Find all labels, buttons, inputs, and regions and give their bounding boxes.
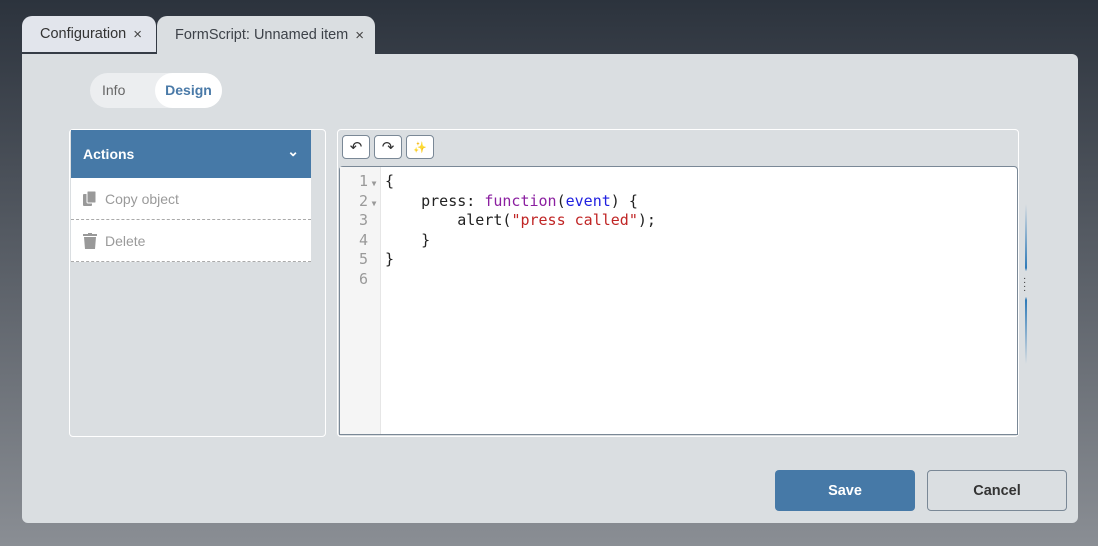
main-panel: Info Design Actions ⌄ Copy object Delete … <box>22 54 1078 523</box>
editor-toolbar: ↶ ↷ ✨ <box>338 130 1018 164</box>
code-token: event <box>565 191 611 210</box>
copy-object-item[interactable]: Copy object <box>71 178 311 220</box>
code-panel: ↶ ↷ ✨ 1 ▼ 2 ▼ 3 4 5 6 { press: function(event) … <box>337 129 1019 437</box>
cancel-button[interactable]: Cancel <box>927 470 1067 511</box>
line-number-text: 1 <box>358 172 368 190</box>
line-number-text: 3 <box>358 211 368 229</box>
code-token: ); <box>637 211 656 229</box>
tab-configuration[interactable]: Configuration × <box>22 16 156 52</box>
code-token: "press called" <box>511 211 638 229</box>
actions-header[interactable]: Actions ⌄ <box>71 130 311 178</box>
line-number-text: 4 <box>358 230 368 249</box>
code-token: function <box>484 191 557 210</box>
drag-handle-icon[interactable]: · · · · <box>1023 274 1026 296</box>
code-token: } <box>385 250 395 268</box>
code-token: press: <box>385 191 485 210</box>
code-token: } <box>385 230 431 249</box>
code-token: { <box>385 172 395 190</box>
item-label: Delete <box>105 232 146 249</box>
redo-button[interactable]: ↷ <box>374 135 402 159</box>
line-number: 2 ▼ <box>340 192 380 212</box>
line-number: 5 <box>340 250 380 270</box>
trash-icon <box>83 232 97 249</box>
line-number: 4 <box>340 231 380 251</box>
line-number: 6 <box>340 270 380 290</box>
code-token: ) { <box>610 191 638 210</box>
code-line: } <box>385 250 656 270</box>
code-token: alert( <box>385 211 512 229</box>
line-number-text: 2 <box>358 191 368 210</box>
fold-icon[interactable]: ▼ <box>368 174 380 194</box>
line-gutter: 1 ▼ 2 ▼ 3 4 5 6 <box>340 167 381 434</box>
close-icon[interactable]: × <box>133 26 142 43</box>
save-button[interactable]: Save <box>775 470 915 511</box>
delete-item[interactable]: Delete <box>71 220 311 262</box>
actions-panel: Actions ⌄ Copy object Delete <box>69 129 326 437</box>
line-number-text: 6 <box>358 269 368 288</box>
code-line: { <box>385 172 656 192</box>
segment-design[interactable]: Design <box>155 73 222 108</box>
code-line: press: function(event) { <box>385 192 656 212</box>
line-number-text: 5 <box>358 250 368 268</box>
actions-title: Actions <box>83 146 135 162</box>
tab-formscript[interactable]: FormScript: Unnamed item × <box>157 16 375 54</box>
undo-button[interactable]: ↶ <box>342 135 370 159</box>
tab-label: Configuration <box>40 26 127 42</box>
item-label: Copy object <box>105 190 179 207</box>
code-line: alert("press called"); <box>385 211 656 231</box>
code-line: } <box>385 231 656 251</box>
code-editor[interactable]: 1 ▼ 2 ▼ 3 4 5 6 { press: function(event) { aler… <box>339 166 1018 435</box>
line-number: 1 ▼ <box>340 172 380 192</box>
chevron-down-icon: ⌄ <box>287 142 299 159</box>
copy-icon <box>83 190 97 206</box>
close-icon[interactable]: × <box>355 27 364 44</box>
view-switch: Info Design <box>90 73 222 108</box>
segment-info[interactable]: Info <box>90 73 155 108</box>
tab-label: FormScript: Unnamed item <box>175 27 349 43</box>
code-lines[interactable]: { press: function(event) { alert("press … <box>381 167 656 434</box>
beautify-button[interactable]: ✨ <box>406 135 434 159</box>
line-number: 3 <box>340 211 380 231</box>
code-token: ( <box>556 191 566 210</box>
